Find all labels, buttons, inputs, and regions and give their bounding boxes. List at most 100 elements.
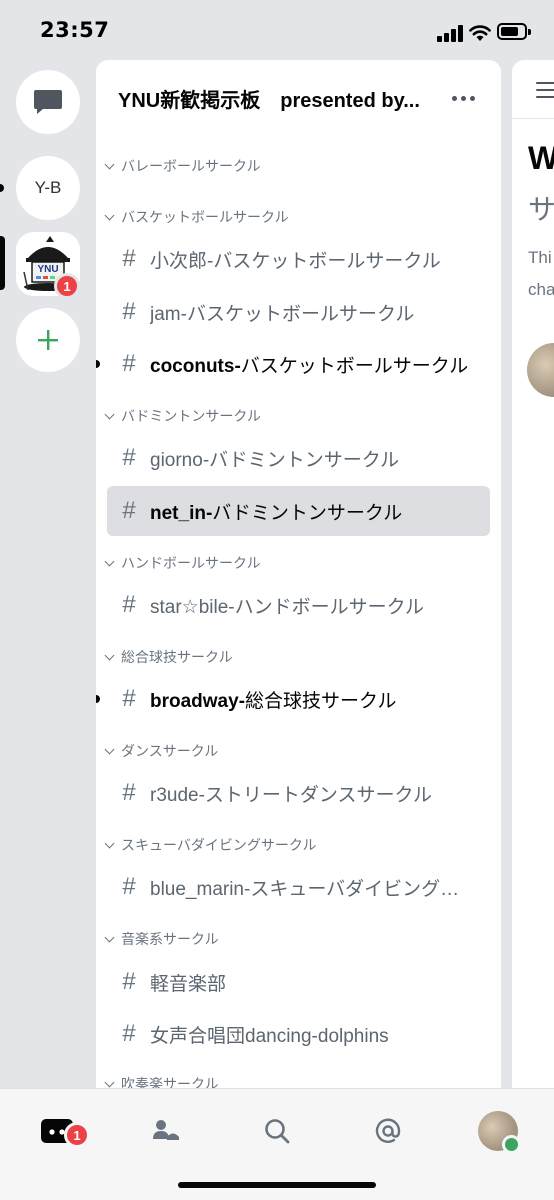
welcome-subtitle-fragment: サ	[528, 194, 554, 225]
cellular-signal-icon	[437, 24, 463, 42]
server-yb-button[interactable]: Y-B	[16, 156, 80, 220]
user-avatar[interactable]	[527, 343, 554, 397]
channel-r3ude-dance[interactable]: # r3ude-ストリートダンスサークル	[107, 768, 490, 818]
tab-search[interactable]	[247, 1101, 307, 1161]
channel-broadway[interactable]: # broadway-総合球技サークル	[96, 674, 490, 724]
channel-net-in-badminton[interactable]: # net_in-バドミントンサークル	[107, 486, 490, 536]
channel-kojiro-basketball[interactable]: # 小次郎-バスケットボールサークル	[107, 234, 490, 284]
chevron-down-icon	[104, 1077, 115, 1087]
more-options-icon[interactable]	[452, 96, 475, 101]
category-music[interactable]: 音楽系サークル	[102, 927, 219, 951]
online-status-icon	[502, 1135, 521, 1154]
hashtag-icon: #	[122, 873, 136, 900]
welcome-text-fragment: cha	[528, 280, 554, 299]
hashtag-icon: #	[122, 1020, 136, 1047]
category-label: ハンドボールサークル	[121, 555, 261, 571]
welcome-text-fragment: Thi	[528, 248, 552, 267]
channel-name: jam-バスケットボールサークル	[150, 303, 415, 325]
status-bar: 23:57	[0, 0, 554, 60]
hashtag-icon: #	[122, 444, 136, 471]
channel-giorno-badminton[interactable]: # giorno-バドミントンサークル	[107, 433, 490, 483]
server-name: YNU新歓掲示板 presented by...	[118, 90, 420, 112]
server-unread-indicator	[0, 184, 4, 192]
channel-name: 小次郎-バスケットボールサークル	[150, 250, 441, 272]
channel-name-rest: 総合球技サークル	[245, 690, 397, 712]
category-basketball[interactable]: バスケットボールサークル	[102, 205, 289, 229]
profile-avatar	[478, 1111, 521, 1154]
category-wind-band[interactable]: 吹奏楽サークル	[102, 1072, 219, 1088]
hashtag-icon: #	[122, 779, 136, 806]
server-header[interactable]: YNU新歓掲示板 presented by...	[96, 60, 501, 134]
chevron-down-icon	[104, 210, 115, 220]
category-volleyball[interactable]: バレーボールサークル	[102, 154, 261, 178]
category-label: ダンスサークル	[121, 743, 219, 759]
channel-name: 軽音楽部	[150, 973, 227, 995]
chat-panel-peek[interactable]: W サ Thi cha	[512, 60, 554, 1088]
friends-icon	[153, 1120, 179, 1140]
category-handball[interactable]: ハンドボールサークル	[102, 551, 261, 575]
hashtag-icon: #	[122, 497, 136, 524]
channel-unread-indicator	[96, 695, 100, 703]
welcome-title-fragment: W	[528, 140, 554, 176]
chat-header	[512, 60, 554, 119]
hashtag-icon: #	[122, 298, 136, 325]
chevron-down-icon	[104, 556, 115, 566]
search-icon	[265, 1119, 290, 1144]
server-yb-label: Y-B	[34, 178, 62, 197]
channel-name-rest: バスケットボールサークル	[240, 355, 469, 377]
channel-name: net_in-バドミントンサークル	[150, 498, 402, 525]
tab-friends[interactable]	[137, 1101, 197, 1161]
channel-name-bold: coconuts-	[150, 355, 241, 377]
home-indicator	[178, 1182, 376, 1188]
channel-blue-marin-scuba[interactable]: # blue_marin-スキューバダイビング…	[107, 862, 490, 912]
channel-womens-choir[interactable]: # 女声合唱団dancing-dolphins	[107, 1009, 490, 1059]
category-general-ball[interactable]: 総合球技サークル	[102, 645, 233, 669]
category-badminton[interactable]: バドミントンサークル	[102, 404, 261, 428]
hashtag-icon: #	[122, 591, 136, 618]
hamburger-menu-icon[interactable]	[536, 82, 554, 103]
channel-light-music[interactable]: # 軽音楽部	[107, 957, 490, 1007]
channel-name-rest: バドミントンサークル	[212, 502, 403, 524]
category-dance[interactable]: ダンスサークル	[102, 739, 218, 763]
server-notification-badge: 1	[54, 273, 80, 299]
channel-name: r3ude-ストリートダンスサークル	[150, 784, 432, 806]
chevron-down-icon	[104, 409, 115, 419]
hashtag-icon: #	[122, 245, 136, 272]
channel-coconuts-basketball[interactable]: # coconuts-バスケットボールサークル	[96, 339, 490, 389]
category-label: 音楽系サークル	[121, 931, 219, 947]
chevron-down-icon	[104, 744, 115, 754]
status-time: 23:57	[40, 18, 110, 42]
category-label: スキューバダイビングサークル	[121, 837, 317, 853]
chevron-down-icon	[104, 159, 115, 169]
wifi-icon	[469, 25, 491, 41]
hashtag-icon: #	[122, 685, 136, 712]
channel-list-panel: YNU新歓掲示板 presented by... バレーボールサークル バスケッ…	[96, 60, 501, 1088]
channel-name: star☆bile-ハンドボールサークル	[150, 596, 425, 618]
ynu-logo-text: YNU	[37, 264, 58, 275]
discord-app-screen: 23:57 Y-B YNU 1 YNU新歓掲示板 presented by...…	[0, 0, 554, 1200]
home-notification-badge: 1	[64, 1122, 90, 1148]
category-label: バスケットボールサークル	[121, 209, 289, 225]
category-label: バドミントンサークル	[121, 408, 261, 424]
channel-name: blue_marin-スキューバダイビング…	[150, 878, 460, 900]
channel-name: giorno-バドミントンサークル	[150, 449, 400, 471]
chat-bubble-icon	[34, 90, 62, 114]
add-server-button[interactable]	[16, 308, 80, 372]
channel-starbile-handball[interactable]: # star☆bile-ハンドボールサークル	[107, 580, 490, 630]
battery-icon	[497, 23, 531, 40]
category-label: 総合球技サークル	[121, 649, 233, 665]
chevron-down-icon	[104, 932, 115, 942]
category-scuba[interactable]: スキューバダイビングサークル	[102, 833, 316, 857]
channel-name: broadway-総合球技サークル	[150, 686, 396, 713]
chevron-down-icon	[104, 650, 115, 660]
direct-messages-button[interactable]	[16, 70, 80, 134]
tab-profile[interactable]	[468, 1101, 528, 1161]
tab-mentions[interactable]	[358, 1101, 418, 1161]
server-selected-indicator	[0, 236, 5, 290]
plus-icon	[38, 330, 58, 350]
channel-name: coconuts-バスケットボールサークル	[150, 351, 468, 378]
channel-jam-basketball[interactable]: # jam-バスケットボールサークル	[107, 287, 490, 337]
chevron-down-icon	[104, 838, 115, 848]
hashtag-icon: #	[122, 350, 136, 377]
channel-name: 女声合唱団dancing-dolphins	[150, 1025, 389, 1047]
